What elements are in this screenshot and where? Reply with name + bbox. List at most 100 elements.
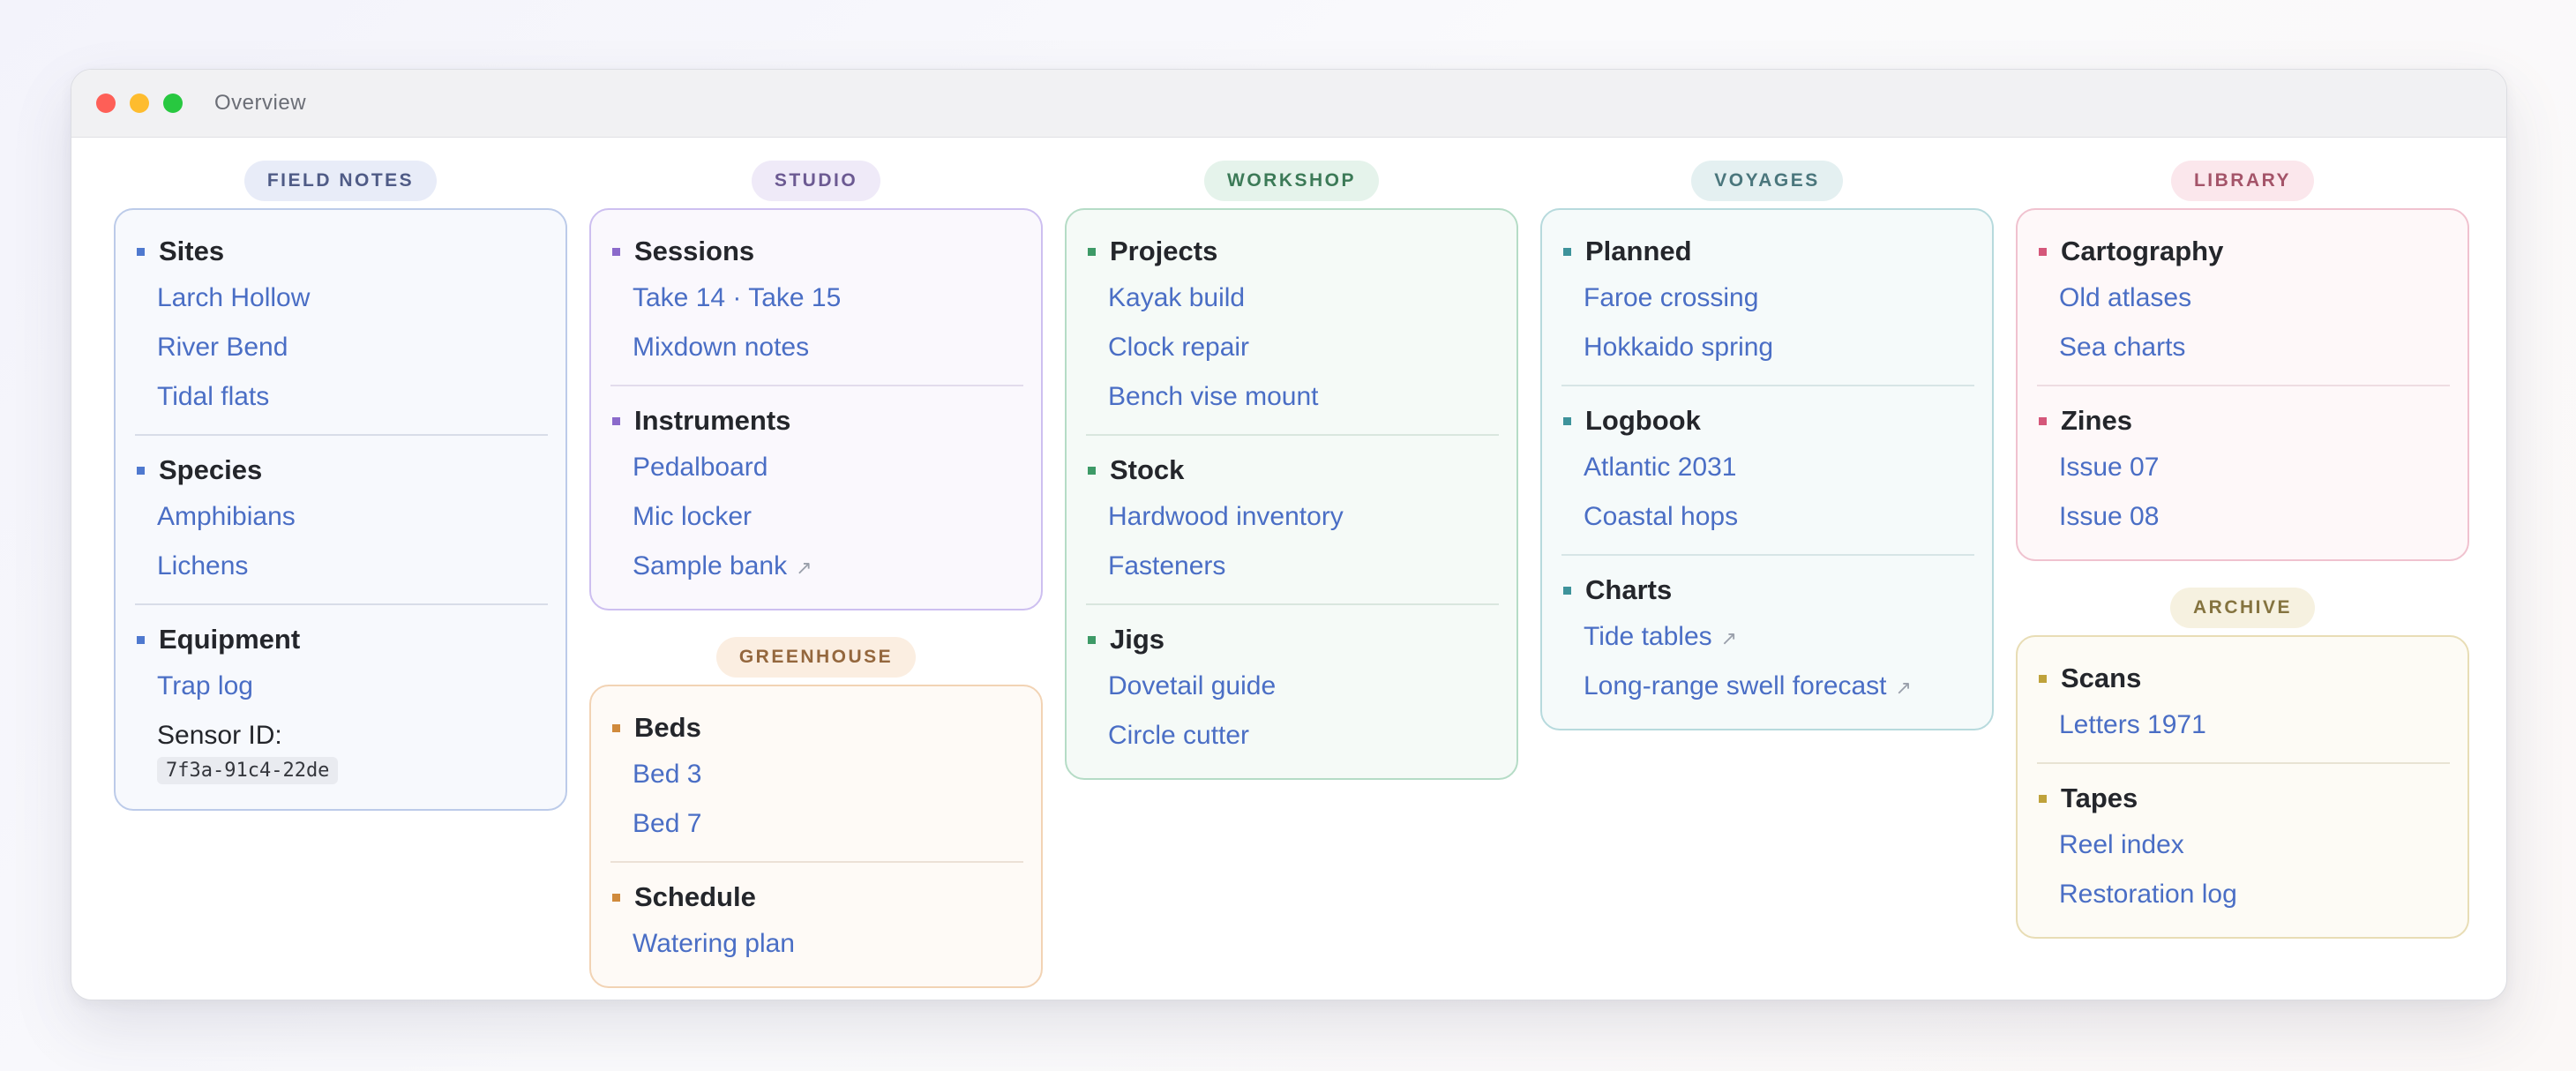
column-library: LIBRARY Cartography Old atlases Sea char… — [2016, 138, 2469, 939]
section-greenhouse: GREENHOUSE Beds Bed 3 Bed 7 Schedule Wat… — [589, 610, 1043, 988]
link-faroe-crossing[interactable]: Faroe crossing — [1561, 273, 1974, 323]
group-stock: Stock Hardwood inventory Fasteners — [1086, 434, 1499, 596]
group-projects: Projects Kayak build Clock repair Bench … — [1086, 224, 1499, 427]
close-window-button[interactable] — [96, 94, 116, 113]
link-old-atlases[interactable]: Old atlases — [2037, 273, 2450, 323]
group-heading: Projects — [1086, 229, 1499, 273]
card-greenhouse: Beds Bed 3 Bed 7 Schedule Watering plan — [589, 685, 1043, 988]
minimize-window-button[interactable] — [130, 94, 149, 113]
group-species: Species Amphibians Lichens — [135, 434, 548, 596]
bullet-icon — [137, 635, 145, 644]
group-charts: Charts Tide tables ↗ Long-range swell for… — [1561, 554, 1974, 716]
link-take-14-15[interactable]: Take 14 · Take 15 — [610, 273, 1023, 323]
section-label-library: LIBRARY — [2170, 161, 2315, 201]
group-heading: Stock — [1086, 448, 1499, 492]
bullet-icon — [137, 466, 145, 475]
link-tidal-flats[interactable]: Tidal flats — [135, 372, 548, 422]
card-studio: Sessions Take 14 · Take 15 Mixdown notes… — [589, 208, 1043, 610]
group-heading: Scans — [2037, 656, 2450, 700]
group-zines: Zines Issue 07 Issue 08 — [2037, 385, 2450, 547]
link-issue-07[interactable]: Issue 07 — [2037, 443, 2450, 492]
bullet-icon — [612, 893, 620, 902]
group-equipment: Equipment Trap log Sensor ID: 7f3a-91c4-… — [135, 603, 548, 797]
link-fasteners[interactable]: Fasteners — [1086, 542, 1499, 591]
group-heading: Jigs — [1086, 618, 1499, 662]
link-bed-3[interactable]: Bed 3 — [610, 750, 1023, 799]
link-restoration-log[interactable]: Restoration log — [2037, 870, 2450, 919]
group-heading: Sessions — [610, 229, 1023, 273]
external-link-icon: ↗ — [1895, 677, 1912, 699]
link-issue-08[interactable]: Issue 08 — [2037, 492, 2450, 542]
group-planned: Planned Faroe crossing Hokkaido spring — [1561, 224, 1974, 378]
column-studio: STUDIO Sessions Take 14 · Take 15 Mixdow… — [589, 138, 1043, 988]
app-window: Overview FIELD NOTES Sites Larch Hollow … — [71, 69, 2507, 1000]
group-scans: Scans Letters 1971 — [2037, 651, 2450, 755]
bullet-icon — [612, 247, 620, 256]
group-beds: Beds Bed 3 Bed 7 — [610, 700, 1023, 854]
link-lichens[interactable]: Lichens — [135, 542, 548, 591]
group-logbook: Logbook Atlantic 2031 Coastal hops — [1561, 385, 1974, 547]
link-mixdown-notes[interactable]: Mixdown notes — [610, 323, 1023, 372]
group-heading: Zines — [2037, 399, 2450, 443]
link-hokkaido-spring[interactable]: Hokkaido spring — [1561, 323, 1974, 372]
card-archive: Scans Letters 1971 Tapes Reel index Rest… — [2016, 635, 2469, 939]
section-label-archive: ARCHIVE — [2169, 588, 2315, 628]
external-link-icon: ↗ — [1720, 627, 1738, 649]
bullet-icon — [1088, 635, 1096, 644]
bullet-icon — [1563, 416, 1571, 425]
bullet-icon — [2039, 794, 2047, 803]
group-heading: Charts — [1561, 568, 1974, 612]
group-sites: Sites Larch Hollow River Bend Tidal flat… — [135, 224, 548, 427]
link-tide-tables[interactable]: Tide tables ↗ — [1561, 612, 1974, 662]
link-clock-repair[interactable]: Clock repair — [1086, 323, 1499, 372]
column-field-notes: FIELD NOTES Sites Larch Hollow River Ben… — [114, 138, 567, 811]
group-schedule: Schedule Watering plan — [610, 861, 1023, 974]
section-label-workshop: WORKSHOP — [1204, 161, 1379, 201]
group-heading: Planned — [1561, 229, 1974, 273]
bullet-icon — [137, 247, 145, 256]
link-circle-cutter[interactable]: Circle cutter — [1086, 711, 1499, 760]
link-reel-index[interactable]: Reel index — [2037, 820, 2450, 870]
link-bench-vise-mount[interactable]: Bench vise mount — [1086, 372, 1499, 422]
link-kayak-build[interactable]: Kayak build — [1086, 273, 1499, 323]
section-label-field-notes: FIELD NOTES — [243, 161, 438, 201]
section-field-notes: FIELD NOTES Sites Larch Hollow River Ben… — [114, 138, 567, 811]
link-bed-7[interactable]: Bed 7 — [610, 799, 1023, 849]
group-heading: Species — [135, 448, 548, 492]
window-title: Overview — [214, 91, 307, 115]
link-hardwood-inventory[interactable]: Hardwood inventory — [1086, 492, 1499, 542]
bullet-icon — [1088, 466, 1096, 475]
link-watering-plan[interactable]: Watering plan — [610, 919, 1023, 969]
group-heading: Beds — [610, 706, 1023, 750]
link-dovetail-guide[interactable]: Dovetail guide — [1086, 662, 1499, 711]
external-link-icon: ↗ — [796, 557, 812, 579]
section-archive: ARCHIVE Scans Letters 1971 Tapes Reel in… — [2016, 561, 2469, 939]
link-sample-bank[interactable]: Sample bank ↗ — [610, 542, 1023, 591]
link-mic-locker[interactable]: Mic locker — [610, 492, 1023, 542]
link-amphibians[interactable]: Amphibians — [135, 492, 548, 542]
bullet-icon — [1088, 247, 1096, 256]
link-trap-log[interactable]: Trap log — [135, 662, 548, 711]
link-atlantic-2031[interactable]: Atlantic 2031 — [1561, 443, 1974, 492]
link-larch-hollow[interactable]: Larch Hollow — [135, 273, 548, 323]
sensor-id-code: 7f3a-91c4-22de — [157, 757, 339, 784]
bullet-icon — [612, 416, 620, 425]
link-pedalboard[interactable]: Pedalboard — [610, 443, 1023, 492]
card-library: Cartography Old atlases Sea charts Zines… — [2016, 208, 2469, 561]
link-coastal-hops[interactable]: Coastal hops — [1561, 492, 1974, 542]
zoom-window-button[interactable] — [163, 94, 183, 113]
bullet-icon — [2039, 416, 2047, 425]
group-heading: Equipment — [135, 618, 548, 662]
group-cartography: Cartography Old atlases Sea charts — [2037, 224, 2450, 378]
link-sea-charts[interactable]: Sea charts — [2037, 323, 2450, 372]
sensor-id-label: Sensor ID: — [157, 721, 282, 750]
group-heading: Cartography — [2037, 229, 2450, 273]
column-voyages: VOYAGES Planned Faroe crossing Hokkaido … — [1540, 138, 1994, 730]
group-jigs: Jigs Dovetail guide Circle cutter — [1086, 603, 1499, 766]
section-workshop: WORKSHOP Projects Kayak build Clock repa… — [1065, 138, 1518, 780]
group-heading: Schedule — [610, 875, 1023, 919]
card-workshop: Projects Kayak build Clock repair Bench … — [1065, 208, 1518, 780]
link-river-bend[interactable]: River Bend — [135, 323, 548, 372]
link-long-range-swell-forecast[interactable]: Long-range swell forecast ↗ — [1561, 662, 1974, 711]
link-letters-1971[interactable]: Letters 1971 — [2037, 700, 2450, 750]
